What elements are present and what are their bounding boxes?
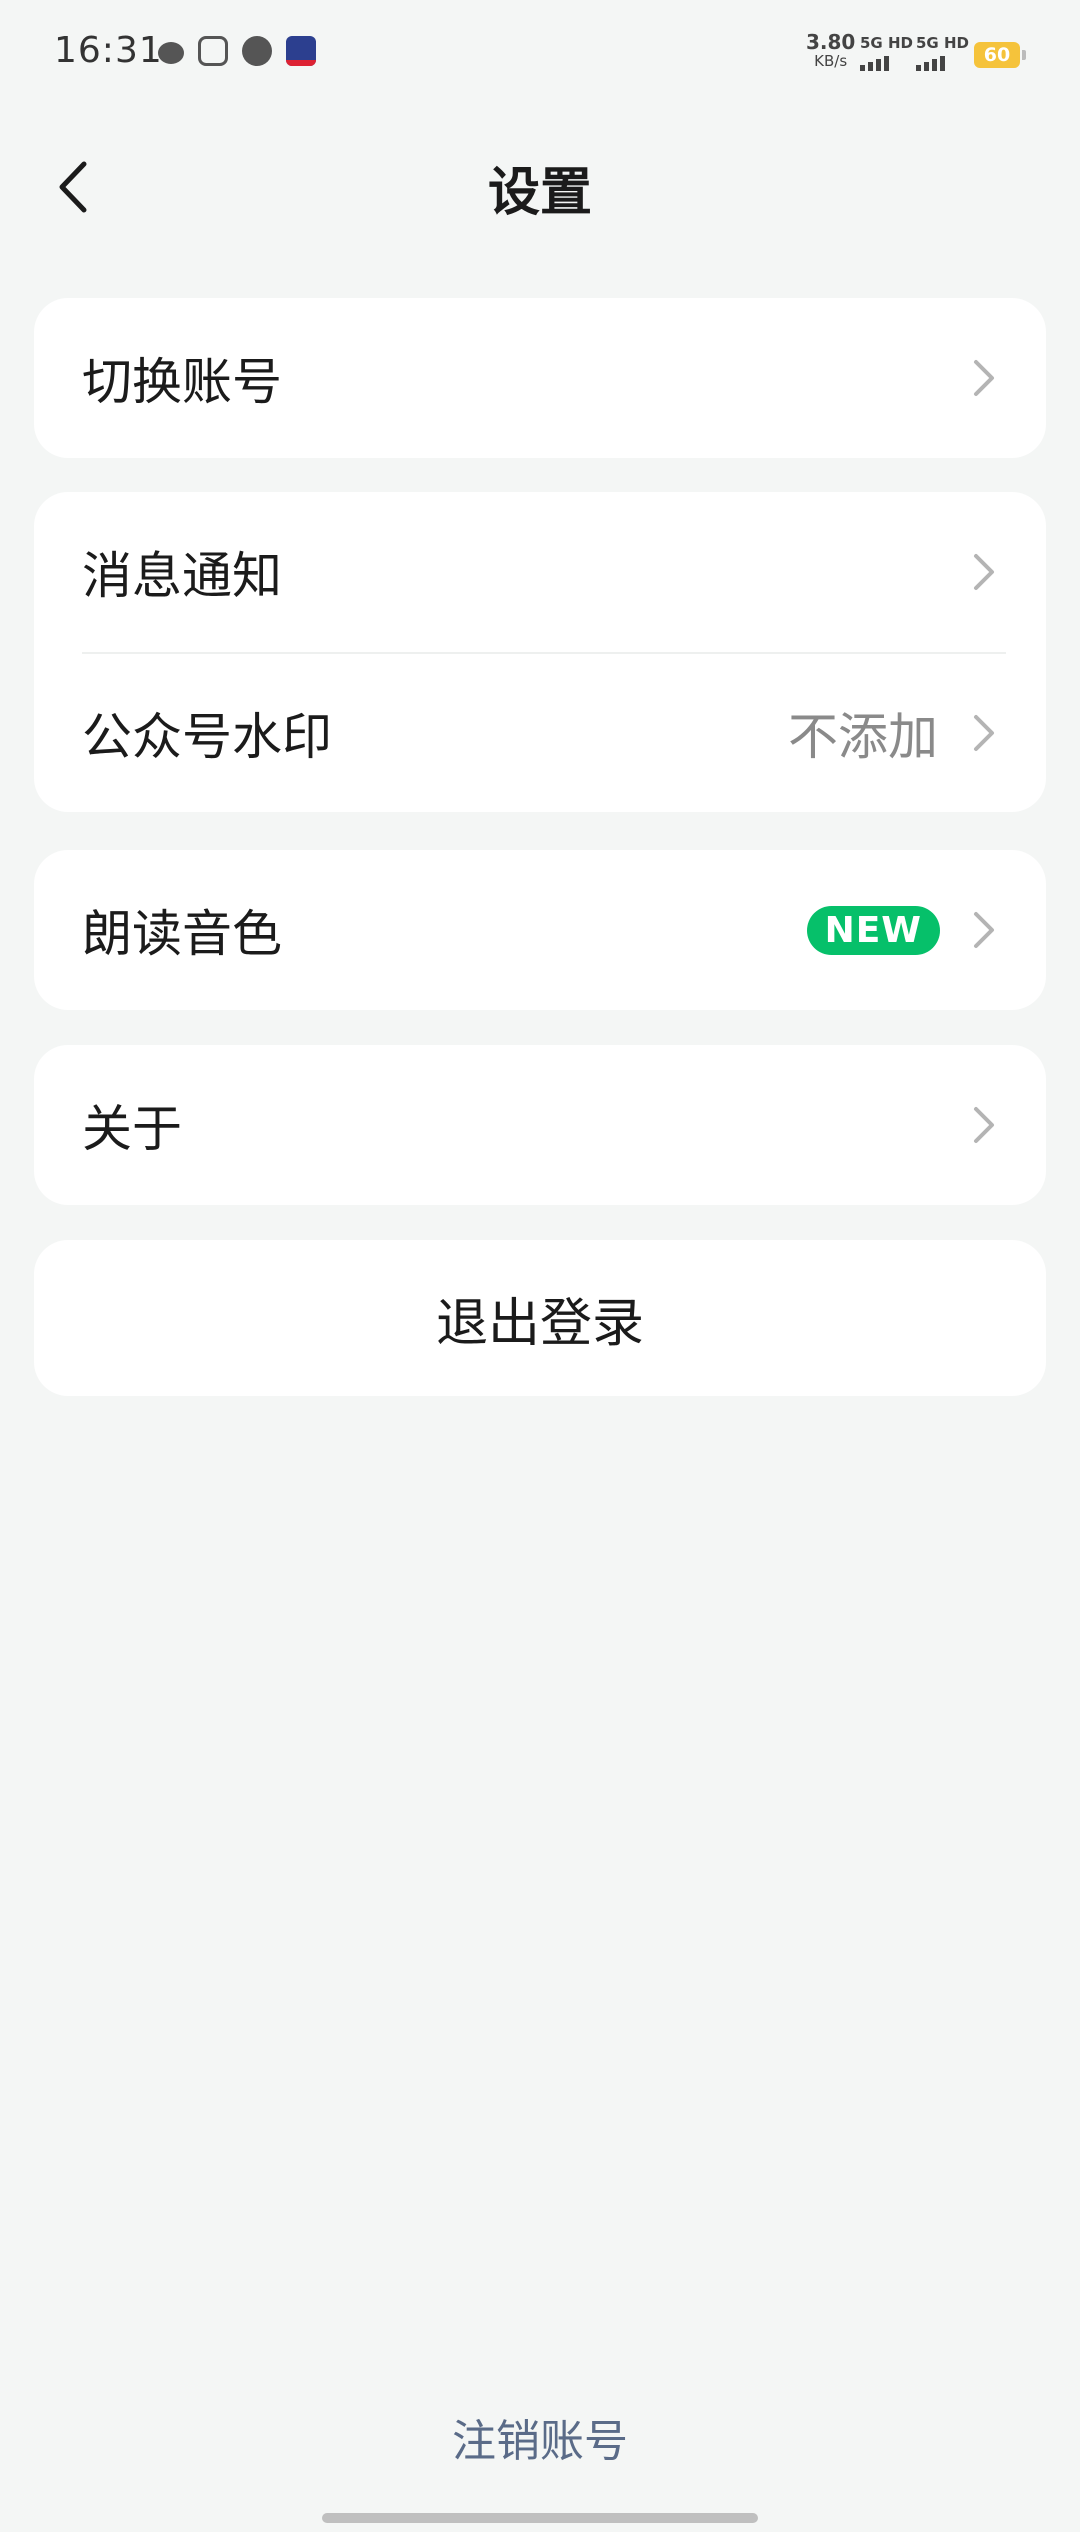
scan-app-icon	[198, 36, 228, 66]
sim1-label: 5G HD	[860, 34, 913, 52]
signal-bars-icon	[860, 56, 913, 71]
logout-card: 退出登录	[34, 1240, 1046, 1396]
settings-item-value: 不添加	[788, 708, 938, 766]
chevron-right-icon	[970, 1103, 998, 1147]
settings-group-about: 关于	[34, 1045, 1046, 1205]
settings-item-about[interactable]: 关于	[34, 1045, 1046, 1205]
chevron-right-icon	[970, 356, 998, 400]
wechat-icon	[158, 42, 184, 64]
signal-bars-icon	[916, 56, 969, 71]
chevron-right-icon	[970, 908, 998, 952]
notification-icons	[158, 36, 316, 66]
sim2-signal: 5G HD	[916, 34, 969, 71]
settings-item-label: 公众号水印	[82, 708, 332, 766]
settings-item-watermark[interactable]: 公众号水印 不添加	[34, 654, 1046, 812]
settings-group-account: 切换账号	[34, 298, 1046, 458]
network-speed-unit: KB/s	[814, 52, 848, 70]
chevron-right-icon	[970, 550, 998, 594]
sim1-signal: 5G HD	[860, 34, 913, 71]
settings-group-voice: 朗读音色 NEW	[34, 850, 1046, 1010]
settings-item-reading-voice[interactable]: 朗读音色 NEW	[34, 850, 1046, 1010]
logout-button[interactable]: 退出登录	[34, 1240, 1046, 1396]
settings-item-label: 关于	[82, 1100, 182, 1158]
chevron-right-icon	[970, 711, 998, 755]
network-speed: 3.80 KB/s	[806, 32, 855, 69]
settings-item-switch-account[interactable]: 切换账号	[34, 298, 1046, 458]
app-icon	[286, 36, 316, 66]
settings-group-notifications: 消息通知 公众号水印 不添加	[34, 492, 1046, 812]
status-bar: 16:31 3.80 KB/s 5G HD 5G HD 60	[0, 0, 1080, 110]
cancel-account-link[interactable]: 注销账号	[0, 2405, 1080, 2469]
settings-item-label: 切换账号	[82, 353, 282, 411]
page-title: 设置	[487, 163, 592, 223]
battery-icon: 60	[974, 42, 1026, 68]
settings-item-label: 朗读音色	[82, 905, 282, 963]
home-indicator[interactable]	[322, 2513, 758, 2523]
settings-item-label: 消息通知	[82, 547, 282, 605]
sim2-label: 5G HD	[916, 34, 969, 52]
network-speed-value: 3.80	[806, 30, 856, 54]
new-badge: NEW	[806, 905, 940, 955]
status-time: 16:31	[54, 30, 163, 71]
settings-item-message-notification[interactable]: 消息通知	[34, 492, 1046, 652]
message-bubble-icon	[242, 36, 272, 66]
